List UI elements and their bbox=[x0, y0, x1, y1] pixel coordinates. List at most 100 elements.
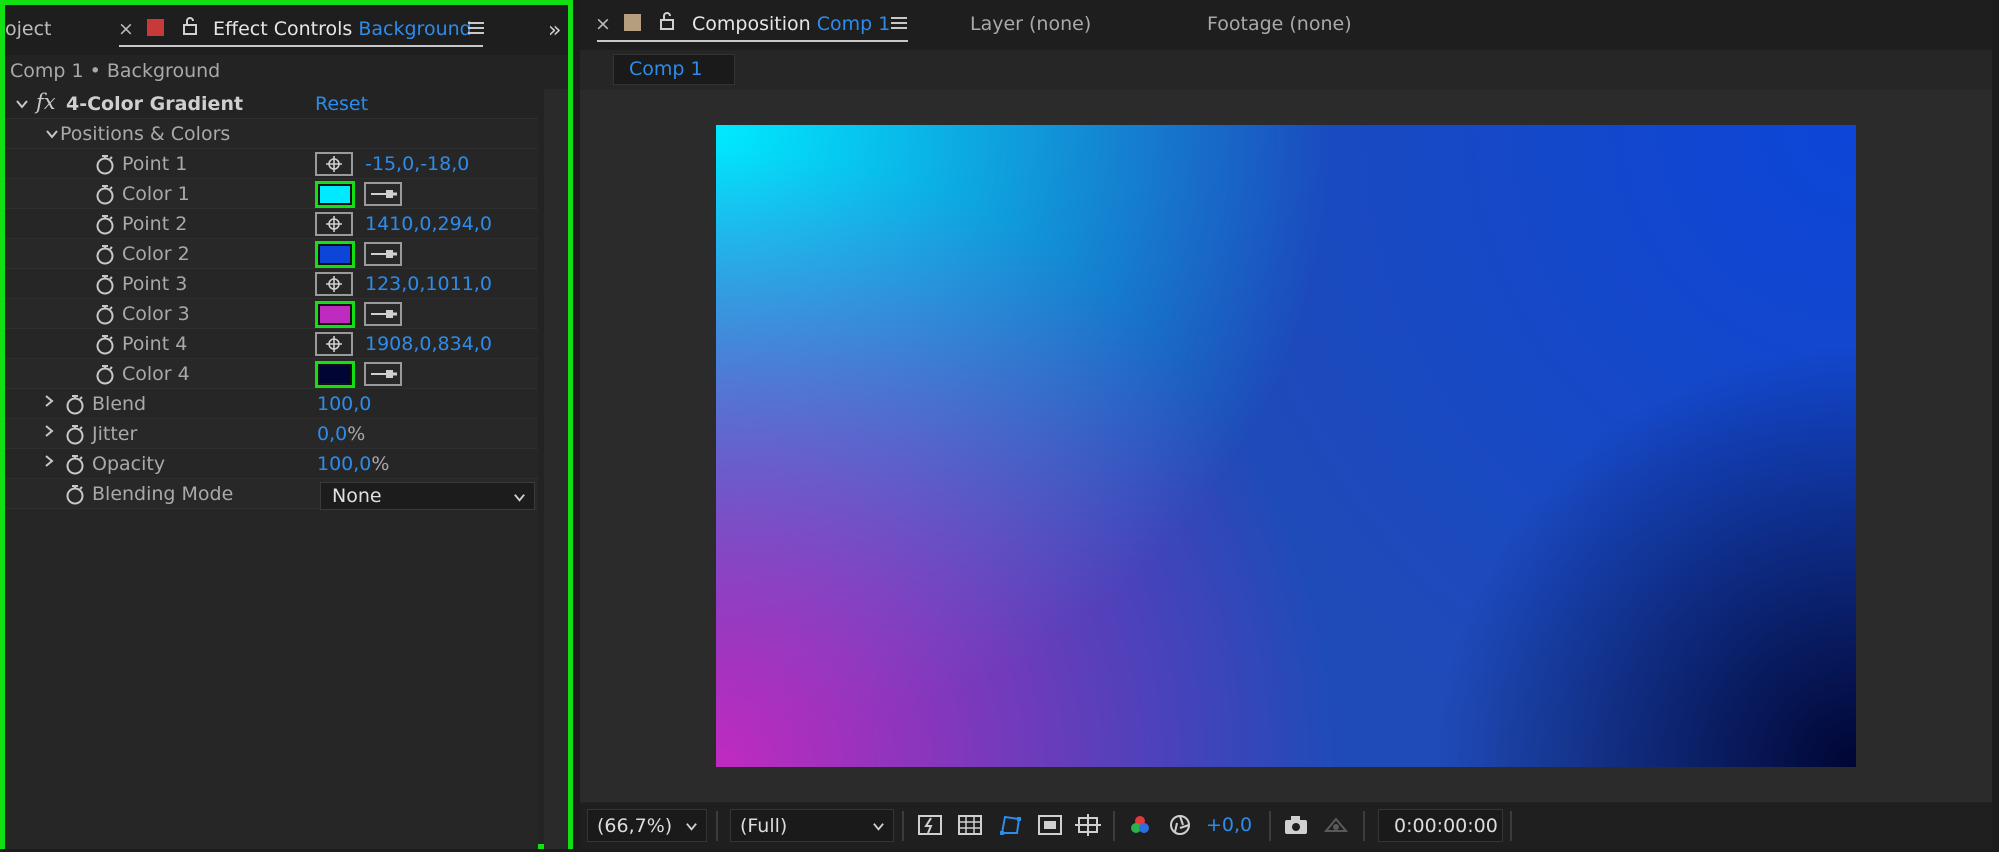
point-row[interactable]: Point 3 123,0,1011,0 bbox=[5, 269, 538, 299]
effect-controls-tab[interactable]: Effect Controls Background bbox=[213, 18, 472, 40]
label-color-swatch[interactable] bbox=[147, 19, 164, 36]
blending-mode-value: None bbox=[332, 485, 382, 507]
blending-mode-select[interactable]: None bbox=[320, 482, 535, 510]
stopwatch-icon[interactable] bbox=[95, 244, 115, 265]
color-swatch[interactable] bbox=[315, 181, 355, 208]
group-row-positions-colors[interactable]: Positions & Colors bbox=[5, 119, 538, 149]
exposure-value[interactable]: +0,0 bbox=[1206, 814, 1252, 836]
eyedropper-icon[interactable] bbox=[364, 182, 402, 206]
timecode-display[interactable]: 0:00:00:00 bbox=[1378, 809, 1503, 842]
color-row[interactable]: Color 3 bbox=[5, 299, 538, 329]
composition-viewer[interactable] bbox=[580, 90, 1992, 802]
point-crosshair-icon[interactable] bbox=[315, 332, 353, 356]
show-channel-icon[interactable] bbox=[1127, 813, 1153, 837]
point-row[interactable]: Point 1 -15,0,-18,0 bbox=[5, 149, 538, 179]
point-value[interactable]: 1410,0,294,0 bbox=[365, 213, 492, 235]
composition-navigator-bar: Comp 1 bbox=[580, 50, 1992, 90]
stopwatch-icon[interactable] bbox=[95, 154, 115, 175]
close-icon[interactable]: × bbox=[118, 18, 134, 40]
fx-icon[interactable]: fx bbox=[36, 90, 56, 114]
composition-title: Composition bbox=[692, 13, 811, 35]
transparency-grid-icon[interactable] bbox=[957, 813, 983, 837]
color-swatch[interactable] bbox=[315, 361, 355, 388]
effect-name: 4-Color Gradient bbox=[66, 93, 244, 115]
point-crosshair-icon[interactable] bbox=[315, 272, 353, 296]
chevron-down-icon bbox=[686, 823, 697, 831]
point-value[interactable]: 1908,0,834,0 bbox=[365, 333, 492, 355]
composition-name: Comp 1 bbox=[816, 13, 891, 35]
composition-canvas[interactable] bbox=[716, 125, 1856, 767]
eyedropper-icon[interactable] bbox=[364, 362, 402, 386]
jitter-row[interactable]: Jitter 0,0% bbox=[5, 419, 538, 449]
resolution-dropdown[interactable]: (Full) bbox=[730, 809, 894, 842]
chevron-down-icon[interactable] bbox=[15, 97, 29, 111]
chevron-right-icon[interactable] bbox=[42, 454, 56, 468]
active-tab-underline bbox=[119, 45, 483, 47]
mask-visibility-icon[interactable] bbox=[997, 813, 1023, 837]
lock-icon[interactable] bbox=[183, 17, 197, 35]
region-of-interest-icon[interactable] bbox=[1037, 813, 1063, 837]
double-chevron-right-icon[interactable]: » bbox=[548, 18, 561, 43]
color-row[interactable]: Color 2 bbox=[5, 239, 538, 269]
panel-menu-icon[interactable] bbox=[891, 17, 907, 31]
stopwatch-icon[interactable] bbox=[65, 424, 85, 445]
panel-menu-icon[interactable] bbox=[468, 22, 484, 36]
jitter-value[interactable]: 0,0% bbox=[317, 423, 365, 445]
show-snapshot-icon[interactable] bbox=[1323, 813, 1349, 837]
separator bbox=[1363, 811, 1365, 841]
zoom-value: (66,7%) bbox=[597, 815, 673, 837]
point-crosshair-icon[interactable] bbox=[315, 152, 353, 176]
chevron-right-icon[interactable] bbox=[42, 424, 56, 438]
stopwatch-icon[interactable] bbox=[95, 274, 115, 295]
fast-previews-icon[interactable] bbox=[917, 813, 943, 837]
grid-guides-icon[interactable] bbox=[1075, 813, 1101, 837]
opacity-value[interactable]: 100,0% bbox=[317, 453, 389, 475]
point-row[interactable]: Point 2 1410,0,294,0 bbox=[5, 209, 538, 239]
footage-tab[interactable]: Footage (none) bbox=[1207, 13, 1352, 35]
active-tab-underline bbox=[597, 40, 908, 42]
project-tab[interactable]: oject bbox=[5, 18, 52, 40]
point-crosshair-icon[interactable] bbox=[315, 212, 353, 236]
jitter-number: 0,0 bbox=[317, 423, 348, 445]
lock-icon[interactable] bbox=[660, 12, 674, 30]
exposure-reset-icon[interactable] bbox=[1167, 813, 1193, 837]
chevron-right-icon[interactable] bbox=[42, 394, 56, 408]
eyedropper-icon[interactable] bbox=[364, 302, 402, 326]
point-row[interactable]: Point 4 1908,0,834,0 bbox=[5, 329, 538, 359]
color-swatch[interactable] bbox=[315, 301, 355, 328]
color-row[interactable]: Color 1 bbox=[5, 179, 538, 209]
eyedropper-icon[interactable] bbox=[364, 242, 402, 266]
comp-subtab[interactable]: Comp 1 bbox=[613, 54, 735, 85]
stopwatch-icon[interactable] bbox=[65, 454, 85, 475]
blend-label: Blend bbox=[92, 393, 147, 415]
zoom-dropdown[interactable]: (66,7%) bbox=[587, 809, 707, 842]
stopwatch-icon[interactable] bbox=[95, 364, 115, 385]
stopwatch-icon[interactable] bbox=[95, 184, 115, 205]
effect-header-row[interactable]: fx 4-Color Gradient Reset bbox=[5, 89, 538, 119]
color-swatch[interactable] bbox=[315, 241, 355, 268]
blend-row[interactable]: Blend 100,0 bbox=[5, 389, 538, 419]
color-row[interactable]: Color 4 bbox=[5, 359, 538, 389]
group-label: Positions & Colors bbox=[60, 123, 231, 145]
point-value[interactable]: 123,0,1011,0 bbox=[365, 273, 492, 295]
blend-value[interactable]: 100,0 bbox=[317, 393, 371, 415]
opacity-number: 100,0 bbox=[317, 453, 372, 475]
separator bbox=[716, 811, 718, 841]
composition-tab[interactable]: Composition Comp 1 bbox=[692, 13, 890, 35]
close-icon[interactable]: × bbox=[595, 13, 611, 35]
timecode-value: 0:00:00:00 bbox=[1394, 815, 1498, 837]
stopwatch-icon[interactable] bbox=[65, 394, 85, 415]
label-color-swatch[interactable] bbox=[624, 14, 641, 31]
param-label: Color 3 bbox=[122, 303, 190, 325]
camera-snapshot-icon[interactable] bbox=[1283, 813, 1309, 837]
point-value[interactable]: -15,0,-18,0 bbox=[365, 153, 469, 175]
opacity-row[interactable]: Opacity 100,0% bbox=[5, 449, 538, 479]
stopwatch-icon[interactable] bbox=[95, 304, 115, 325]
stopwatch-icon[interactable] bbox=[95, 334, 115, 355]
reset-link[interactable]: Reset bbox=[315, 93, 368, 115]
stopwatch-icon[interactable] bbox=[95, 214, 115, 235]
stopwatch-icon[interactable] bbox=[65, 484, 85, 505]
chevron-down-icon[interactable] bbox=[45, 127, 59, 141]
vertical-scrollbar[interactable] bbox=[544, 89, 568, 849]
layer-tab[interactable]: Layer (none) bbox=[970, 13, 1091, 35]
